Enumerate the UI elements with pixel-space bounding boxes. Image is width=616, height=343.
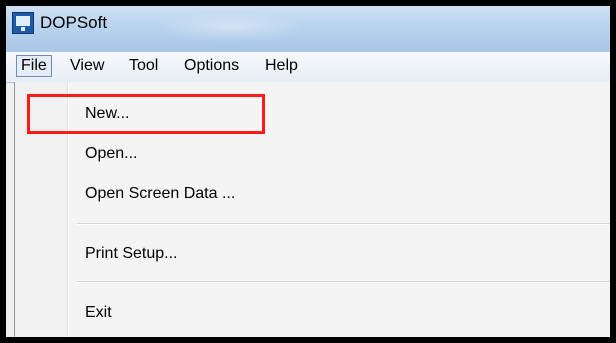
menu-tool[interactable]: Tool bbox=[125, 56, 162, 76]
menu-view[interactable]: View bbox=[66, 56, 108, 76]
window-title: DOPSoft bbox=[40, 13, 108, 32]
menu-item-open[interactable]: Open... bbox=[85, 134, 137, 174]
menu-item-open-screen-data[interactable]: Open Screen Data ... bbox=[85, 174, 235, 214]
menu-help[interactable]: Help bbox=[261, 56, 302, 76]
menu-item-print-setup[interactable]: Print Setup... bbox=[85, 234, 178, 274]
dopsoft-app-icon[interactable] bbox=[12, 12, 34, 34]
menu-separator bbox=[77, 281, 610, 283]
menu-item-exit[interactable]: Exit bbox=[85, 293, 112, 333]
title-bar[interactable]: DOPSoft bbox=[6, 6, 610, 52]
menu-options[interactable]: Options bbox=[180, 56, 243, 76]
menu-bar: File View Tool Options Help bbox=[6, 52, 610, 83]
red-highlight-box bbox=[27, 94, 265, 134]
menu-file[interactable]: File bbox=[16, 55, 52, 77]
menu-separator bbox=[77, 223, 610, 225]
screenshot-frame: DOPSoft File View Tool Options Help New.… bbox=[0, 0, 616, 343]
dopsoft-window: DOPSoft File View Tool Options Help New.… bbox=[6, 6, 610, 337]
